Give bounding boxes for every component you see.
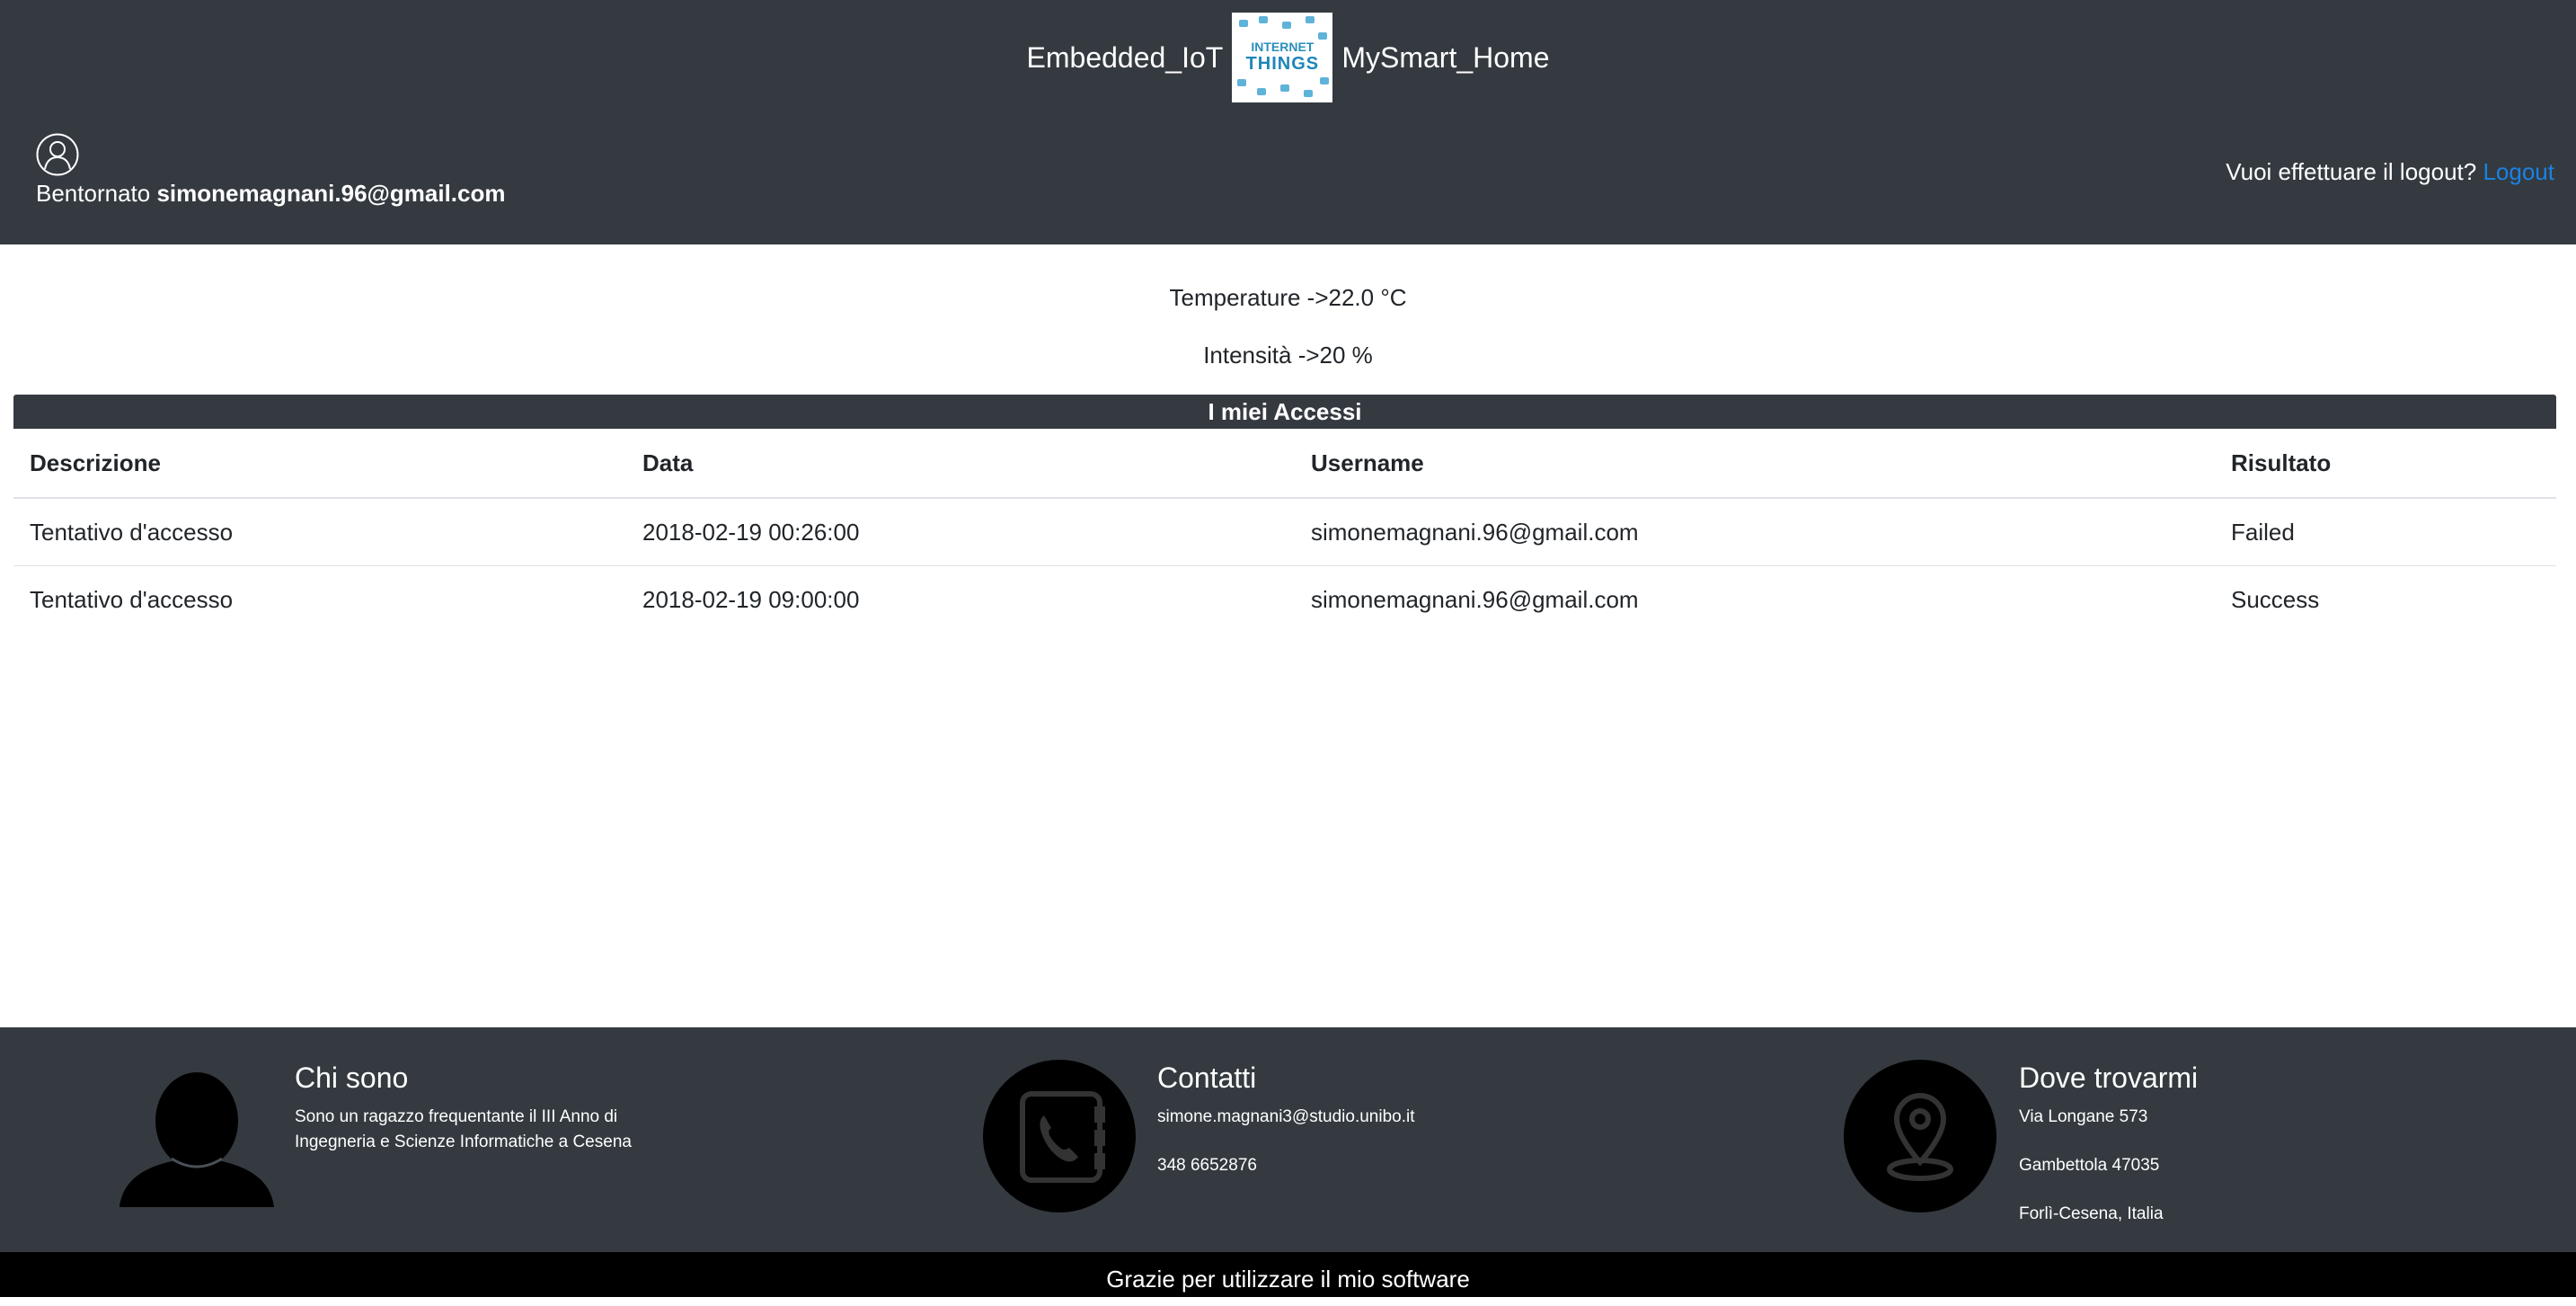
user-avatar-icon — [36, 133, 79, 176]
user-email: simonemagnani.96@gmail.com — [156, 180, 506, 207]
column-header-data: Data — [626, 429, 1295, 499]
footer-contact-phone: 348 6652876 — [1157, 1156, 1257, 1175]
contacts-circle — [983, 1060, 1136, 1213]
brand: Embedded_IoT INTERNET THINGS MySmart_Hom… — [0, 13, 2576, 102]
cell-username: simonemagnani.96@gmail.com — [1311, 585, 1639, 613]
cell-data: 2018-02-19 00:26:00 — [626, 498, 1295, 566]
logo-line-2: THINGS — [1245, 54, 1320, 74]
logo-line-1: INTERNET — [1251, 40, 1315, 54]
cell-descrizione: Tentativo d'accesso — [30, 585, 234, 613]
brand-right-text: MySmart_Home — [1341, 41, 1550, 74]
welcome-message: Bentornato simonemagnani.96@gmail.com — [36, 180, 505, 208]
access-table: Descrizione Data Username Risultato Tent… — [13, 429, 2556, 633]
cell-risultato: Failed — [2215, 498, 2556, 566]
iot-logo: INTERNET THINGS — [1232, 13, 1333, 102]
logout-question: Vuoi effettuare il logout? — [2226, 158, 2477, 185]
column-header-descrizione: Descrizione — [13, 429, 626, 499]
footer-contact-email[interactable]: simone.magnani3@studio.unibo.it — [1157, 1105, 1415, 1130]
phone-book-icon — [1020, 1091, 1105, 1183]
footer-about-title: Chi sono — [295, 1062, 409, 1094]
top-header: Embedded_IoT INTERNET THINGS MySmart_Hom… — [0, 0, 2576, 244]
welcome-prefix: Bentornato — [36, 180, 151, 207]
intensity-reading: Intensità ->20 % — [1203, 342, 1373, 369]
column-header-username: Username — [1295, 429, 2215, 499]
map-pin-icon — [1887, 1092, 1953, 1181]
cell-data: 2018-02-19 09:00:00 — [642, 585, 860, 613]
footer-location-region: Forlì-Cesena, Italia — [2019, 1204, 2164, 1223]
logout-area: Vuoi effettuare il logout? Logout — [2226, 158, 2554, 186]
person-silhouette-icon — [120, 1072, 274, 1207]
bottom-bar: Grazie per utilizzare il mio software — [0, 1252, 2576, 1297]
table-row: Tentativo d'accesso 2018-02-19 00:26:00 … — [13, 498, 2556, 566]
footer-contacts-title: Contatti — [1157, 1062, 1257, 1094]
footer-location-street: Via Longane 573 — [2019, 1107, 2148, 1126]
column-header-risultato: Risultato — [2215, 429, 2556, 499]
site-footer: Chi sono Sono un ragazzo frequentante il… — [0, 1027, 2576, 1252]
logout-link[interactable]: Logout — [2483, 158, 2554, 185]
brand-left-text: Embedded_IoT — [1026, 41, 1224, 74]
footer-location-city: Gambettola 47035 — [2019, 1156, 2160, 1175]
cell-risultato: Success — [2231, 585, 2320, 613]
cell-username: simonemagnani.96@gmail.com — [1295, 498, 2215, 566]
cell-descrizione: Tentativo d'accesso — [13, 498, 626, 566]
table-header-row: Descrizione Data Username Risultato — [13, 429, 2556, 499]
temperature-reading: Temperature ->22.0 °C — [1169, 284, 1407, 311]
footer-about-line-2: Ingegneria e Scienze Informatiche a Cese… — [295, 1133, 632, 1151]
access-section-title: I miei Accessi — [13, 395, 2556, 429]
footer-about-line-1: Sono un ragazzo frequentante il III Anno… — [295, 1107, 618, 1126]
location-circle — [1844, 1060, 1996, 1213]
table-row: Tentativo d'accesso 2018-02-19 09:00:00 … — [13, 566, 2556, 634]
footer-location-title: Dove trovarmi — [2019, 1062, 2199, 1094]
